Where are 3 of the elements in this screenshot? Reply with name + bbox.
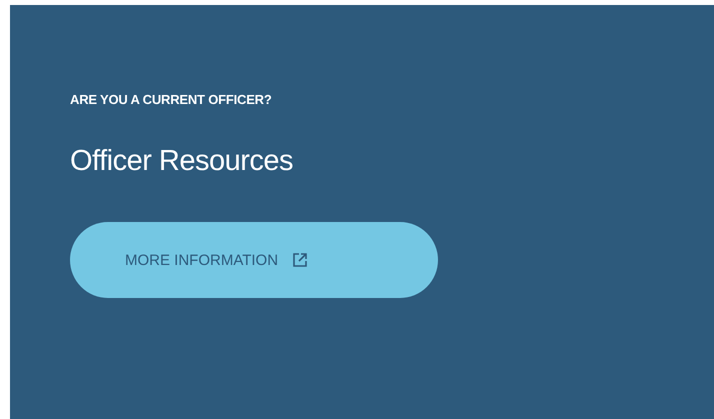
more-information-button[interactable]: MORE INFORMATION [70,222,438,298]
promo-title: Officer Resources [70,145,294,178]
eyebrow-text: ARE YOU A CURRENT OFFICER? [70,92,272,107]
